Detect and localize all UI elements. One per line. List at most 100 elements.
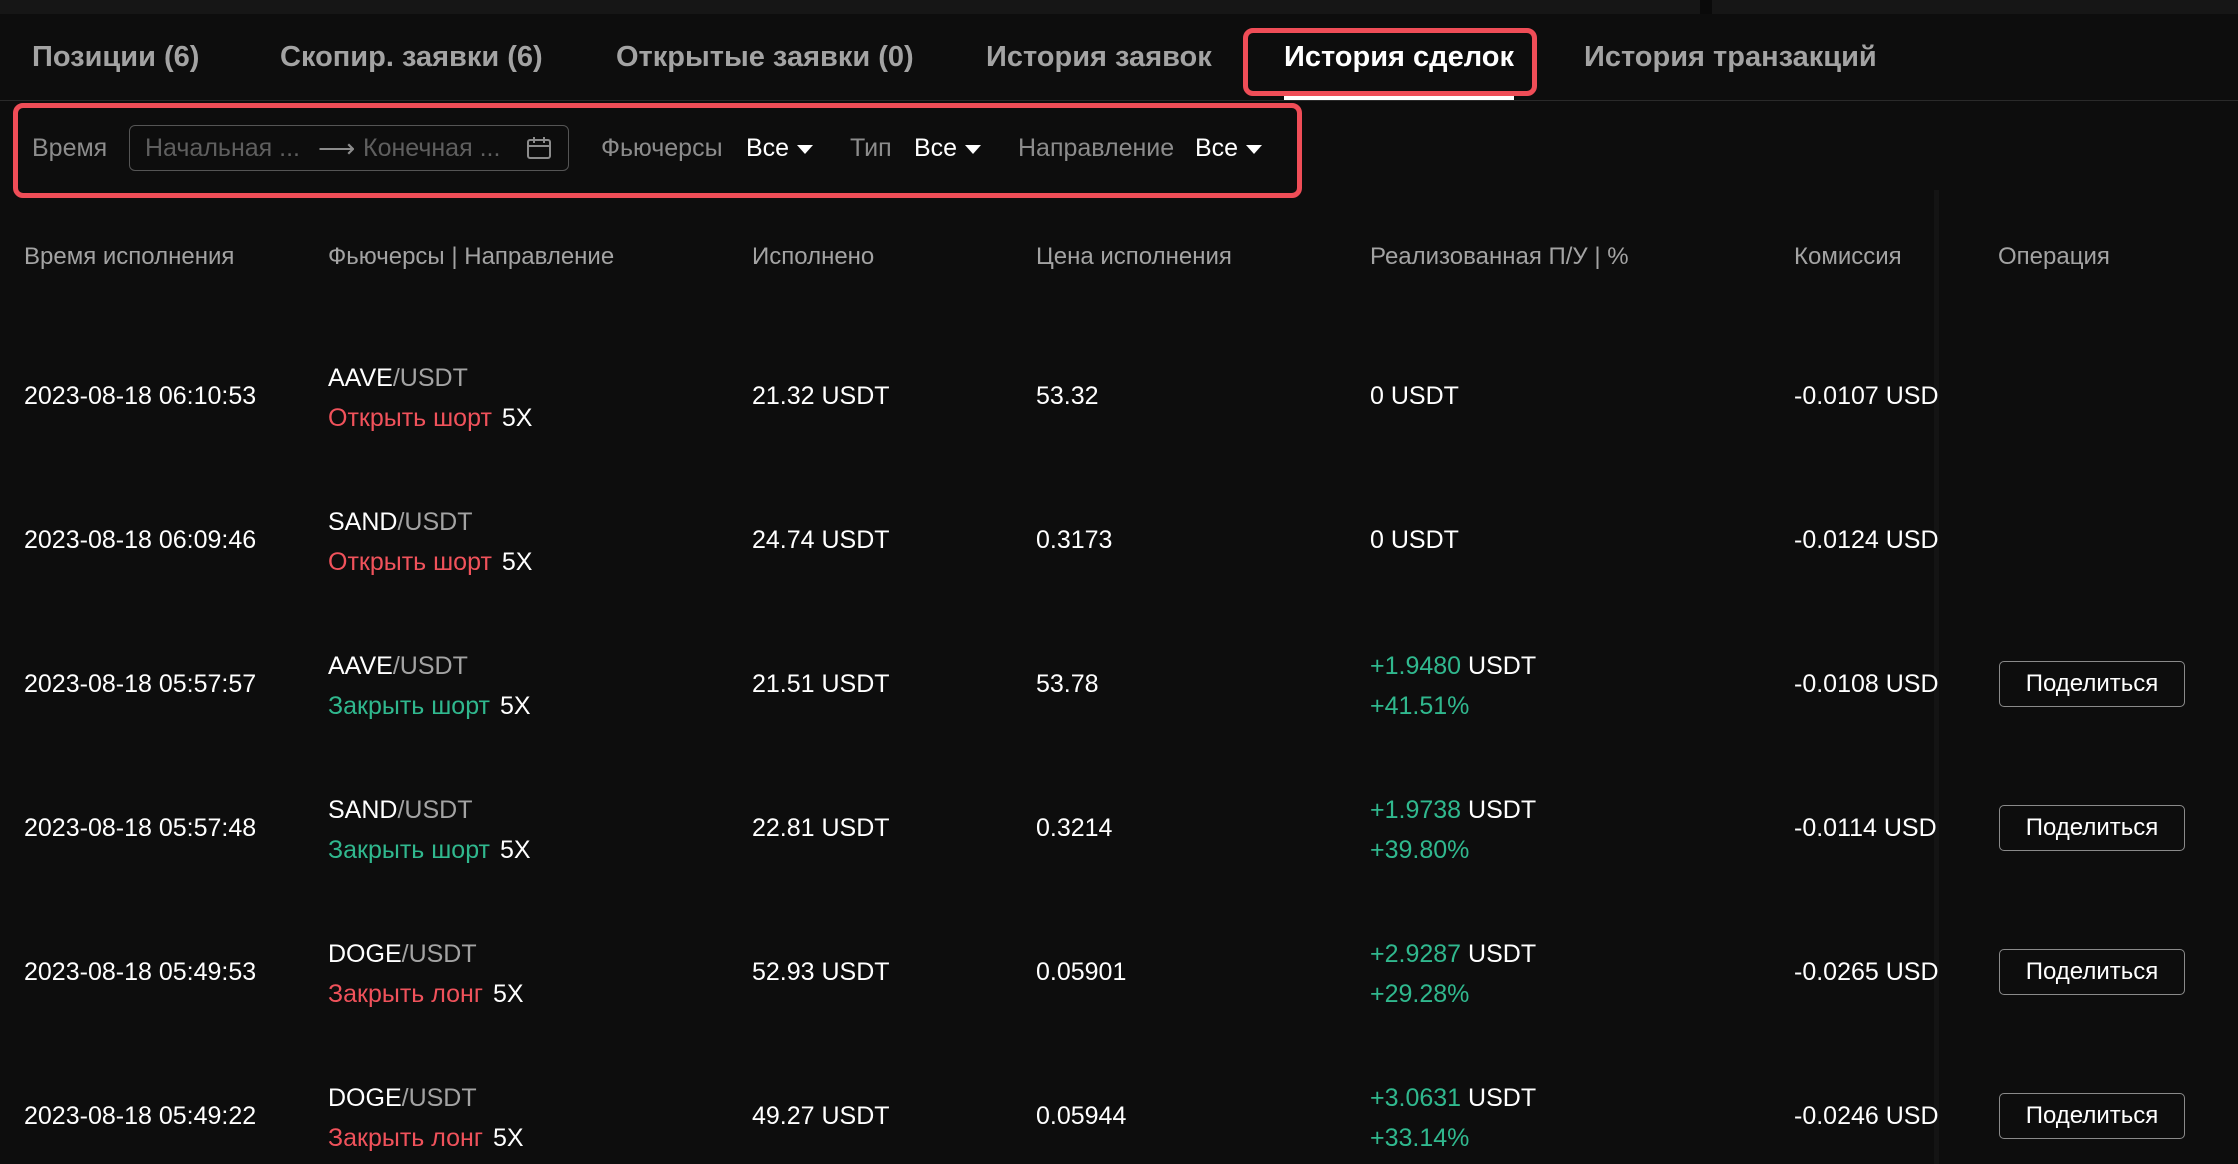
leverage: 5X: [492, 1124, 524, 1152]
trade-direction: Открыть шорт 5X: [328, 401, 533, 435]
pnl-unit: USDT: [1468, 652, 1537, 680]
type-select-value: Все: [914, 134, 958, 162]
trade-direction: Закрыть шорт 5X: [328, 689, 531, 723]
tab-bar: Позиции (6) Скопир. заявки (6) Открытые …: [0, 14, 2238, 101]
trade-time: 2023-08-18 05:57:57: [24, 670, 257, 698]
pnl-percent: +39.80%: [1370, 836, 1470, 864]
pair-base: DOGE: [328, 940, 402, 968]
futures-filter-label: Фьючерсы: [601, 134, 723, 162]
tab-order-history[interactable]: История заявок: [986, 14, 1212, 100]
pnl-unit: USDT: [1390, 526, 1459, 554]
pair-quote: /USDT: [397, 508, 473, 536]
share-button[interactable]: Поделиться: [1999, 661, 2185, 707]
leverage: 5X: [492, 980, 524, 1008]
fill-price: 0.3214: [1036, 814, 1113, 842]
top-strip: [0, 0, 2238, 14]
pnl-value: +2.9287: [1370, 940, 1462, 968]
fill-price: 0.3173: [1036, 526, 1113, 554]
direction-label: Закрыть шорт: [328, 836, 490, 864]
trade-time: 2023-08-18 05:57:48: [24, 814, 257, 842]
type-filter-label: Тип: [850, 134, 892, 162]
pair-base: AAVE: [328, 652, 393, 680]
tab-trade-history[interactable]: История сделок: [1284, 14, 1514, 100]
pnl-value: 0: [1370, 382, 1384, 410]
pair-quote: /USDT: [401, 940, 477, 968]
filled-amount: 24.74 USDT: [752, 526, 890, 554]
commission: -0.0108 USD: [1794, 670, 1939, 698]
pair-symbol: SAND/USDT: [328, 793, 472, 827]
direction-select[interactable]: Все: [1195, 126, 1263, 170]
pair-symbol: AAVE/USDT: [328, 649, 468, 683]
column-header-time: Время исполнения: [24, 243, 235, 270]
realized-pnl: 0 USDT: [1370, 379, 1459, 413]
calendar-icon[interactable]: [526, 136, 552, 160]
direction-label: Закрыть лонг: [328, 1124, 483, 1152]
pair-base: AAVE: [328, 364, 393, 392]
pnl-unit: USDT: [1468, 796, 1537, 824]
pnl-unit: USDT: [1468, 1084, 1537, 1112]
pair-base: SAND: [328, 796, 398, 824]
fill-price: 53.78: [1036, 670, 1099, 698]
leverage: 5X: [501, 404, 533, 432]
start-date-input[interactable]: Начальная ...: [145, 126, 300, 170]
realized-pnl: +2.9287 USDT: [1370, 937, 1536, 971]
type-select[interactable]: Все: [914, 126, 982, 170]
direction-label: Закрыть лонг: [328, 980, 483, 1008]
direction-label: Открыть шорт: [328, 548, 492, 576]
tab-transaction-history[interactable]: История транзакций: [1584, 14, 1877, 100]
pnl-value: +1.9480: [1370, 652, 1462, 680]
filled-amount: 22.81 USDT: [752, 814, 890, 842]
pair-symbol: AAVE/USDT: [328, 361, 468, 395]
pnl-value: +3.0631: [1370, 1084, 1462, 1112]
tab-copied-orders[interactable]: Скопир. заявки (6): [280, 14, 543, 100]
realized-pnl: +1.9738 USDT: [1370, 793, 1536, 827]
share-button[interactable]: Поделиться: [1999, 949, 2185, 995]
trade-time: 2023-08-18 05:49:53: [24, 958, 257, 986]
commission: -0.0265 USD: [1794, 958, 1939, 986]
commission: -0.0246 USD: [1794, 1102, 1939, 1130]
pnl-percent: +29.28%: [1370, 980, 1470, 1008]
direction-select-value: Все: [1195, 134, 1239, 162]
realized-pnl: 0 USDT: [1370, 523, 1459, 557]
realized-pnl: +3.0631 USDT: [1370, 1081, 1536, 1115]
tab-open-orders[interactable]: Открытые заявки (0): [616, 14, 914, 100]
trade-direction: Закрыть лонг 5X: [328, 1121, 524, 1155]
pnl-unit: USDT: [1390, 382, 1459, 410]
time-filter-label: Время: [32, 134, 108, 162]
direction-label: Открыть шорт: [328, 404, 492, 432]
direction-filter-label: Направление: [1018, 134, 1175, 162]
futures-select[interactable]: Все: [746, 126, 814, 170]
trade-direction: Закрыть лонг 5X: [328, 977, 524, 1011]
commission: -0.0114 USD: [1794, 814, 1937, 842]
pnl-percent: +41.51%: [1370, 692, 1470, 720]
fill-price: 53.32: [1036, 382, 1099, 410]
fill-price: 0.05901: [1036, 958, 1127, 986]
pnl-unit: USDT: [1468, 940, 1537, 968]
column-header-operation: Операция: [1998, 243, 2110, 270]
end-date-input[interactable]: Конечная ...: [363, 126, 500, 170]
pair-quote: /USDT: [392, 364, 468, 392]
pair-base: DOGE: [328, 1084, 402, 1112]
caret-down-icon: [965, 144, 982, 154]
column-header-futures: Фьючерсы | Направление: [328, 243, 615, 270]
date-range-picker[interactable]: Начальная ... ⟶ Конечная ...: [129, 125, 569, 171]
pair-base: SAND: [328, 508, 398, 536]
column-header-filled: Исполнено: [752, 243, 875, 270]
top-strip-left: [0, 0, 1700, 14]
pair-symbol: DOGE/USDT: [328, 1081, 477, 1115]
trade-time: 2023-08-18 06:10:53: [24, 382, 257, 410]
share-button[interactable]: Поделиться: [1999, 1093, 2185, 1139]
pair-symbol: DOGE/USDT: [328, 937, 477, 971]
filled-amount: 21.51 USDT: [752, 670, 890, 698]
share-button[interactable]: Поделиться: [1999, 805, 2185, 851]
caret-down-icon: [1246, 144, 1263, 154]
commission: -0.0124 USD: [1794, 526, 1939, 554]
pair-symbol: SAND/USDT: [328, 505, 472, 539]
caret-down-icon: [797, 144, 814, 154]
column-header-pnl: Реализованная П/У | %: [1370, 243, 1629, 270]
tab-positions[interactable]: Позиции (6): [32, 14, 199, 100]
realized-pnl: +1.9480 USDT: [1370, 649, 1536, 683]
fill-price: 0.05944: [1036, 1102, 1127, 1130]
pair-quote: /USDT: [392, 652, 468, 680]
filled-amount: 49.27 USDT: [752, 1102, 890, 1130]
